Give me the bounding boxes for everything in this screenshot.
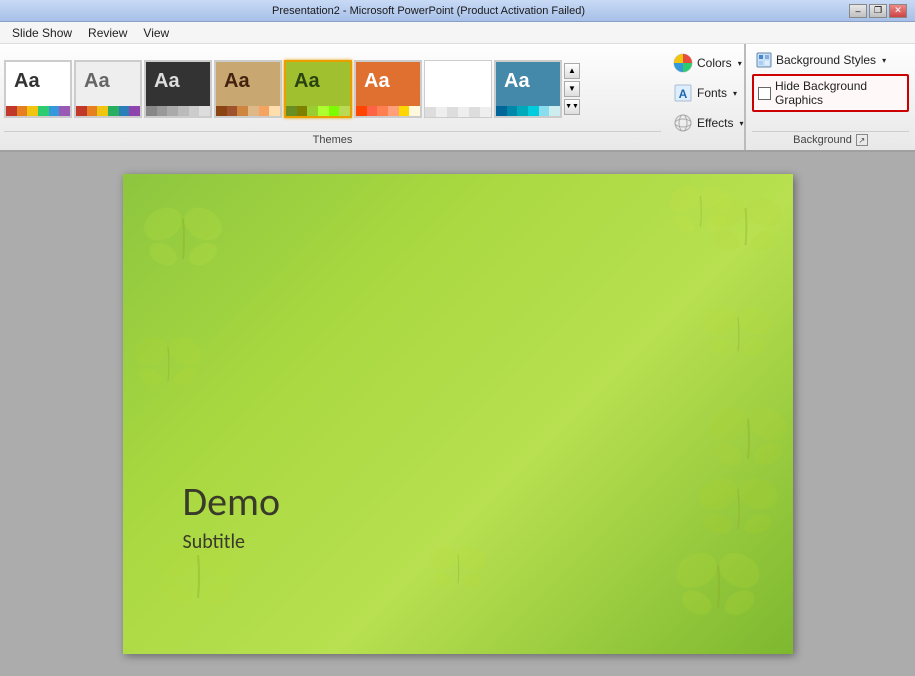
slide-text-area: Demo Subtitle <box>183 477 281 554</box>
background-styles-icon <box>756 52 772 68</box>
themes-grid: Aa Aa Aa <box>4 60 562 118</box>
background-styles-button[interactable]: Background Styles ▾ <box>752 50 909 70</box>
scroll-more-arrow[interactable]: ▼▼ <box>564 99 580 115</box>
theme-7-colorbar <box>425 107 491 117</box>
menu-bar: Slide Show Review View <box>0 22 915 44</box>
ribbon-background: Background Styles ▾ Hide Background Grap… <box>745 44 915 150</box>
fonts-dropdown-arrow: ▾ <box>733 89 737 98</box>
close-button[interactable]: ✕ <box>889 4 907 18</box>
effects-icon <box>673 112 693 134</box>
background-expand-icon[interactable]: ↗ <box>856 134 868 146</box>
bg-styles-dropdown-arrow: ▾ <box>882 56 886 65</box>
scroll-up-arrow[interactable]: ▲ <box>564 63 580 79</box>
colors-label: Colors <box>697 56 732 70</box>
restore-button[interactable]: ❐ <box>869 4 887 18</box>
themes-scroll: ▲ ▼ ▼▼ <box>564 63 580 115</box>
theme-2-label: Aa <box>84 70 110 93</box>
menu-view[interactable]: View <box>135 24 177 42</box>
fonts-button[interactable]: A Fonts ▾ <box>669 78 740 108</box>
butterfly-top-right-2 <box>708 194 783 259</box>
colors-button[interactable]: Colors ▾ <box>669 48 740 78</box>
theme-item-6[interactable]: Aa <box>354 60 422 118</box>
theme-5-colorbar <box>286 106 350 116</box>
fonts-icon: A <box>673 82 693 104</box>
hide-bg-checkbox[interactable] <box>758 87 771 100</box>
theme-item-8[interactable]: Aa <box>494 60 562 118</box>
ribbon-right-panel: Colors ▾ A Fonts ▾ Effects ▾ <box>665 44 745 150</box>
title-bar-buttons: – ❐ ✕ <box>849 4 907 18</box>
background-content: Background Styles ▾ Hide Background Grap… <box>752 48 909 129</box>
themes-label: Themes <box>4 131 661 150</box>
slide-subtitle[interactable]: Subtitle <box>183 530 281 554</box>
theme-4-label: Aa <box>224 70 250 93</box>
theme-item-5[interactable]: Aa <box>284 60 352 118</box>
theme-8-label: Aa <box>504 70 530 93</box>
theme-8-colorbar <box>496 106 560 116</box>
menu-review[interactable]: Review <box>80 24 135 42</box>
background-label: Background ↗ <box>752 131 909 150</box>
fonts-label: Fonts <box>697 86 727 100</box>
theme-item-7[interactable] <box>424 60 492 118</box>
scroll-down-arrow[interactable]: ▼ <box>564 81 580 97</box>
slide-area: Demo Subtitle <box>0 152 915 676</box>
minimize-button[interactable]: – <box>849 4 867 18</box>
effects-label: Effects <box>697 116 733 130</box>
theme-5-label: Aa <box>294 70 320 93</box>
colors-dropdown-arrow: ▾ <box>738 59 742 68</box>
ribbon-themes: Aa Aa Aa <box>0 44 665 150</box>
butterfly-right-mid-1 <box>703 304 773 364</box>
butterfly-right-mid-2 <box>708 404 788 474</box>
theme-item-3[interactable]: Aa <box>144 60 212 118</box>
effects-button[interactable]: Effects ▾ <box>669 108 740 138</box>
colors-icon <box>673 52 693 74</box>
svg-text:A: A <box>679 87 688 101</box>
theme-3-label: Aa <box>154 70 180 93</box>
theme-item-4[interactable]: Aa <box>214 60 282 118</box>
theme-3-colorbar <box>146 106 210 116</box>
ribbon: Colors ▾ A Fonts ▾ Effects ▾ <box>0 44 915 152</box>
effects-dropdown-arrow: ▾ <box>739 119 743 128</box>
theme-6-label: Aa <box>364 70 390 93</box>
hide-background-graphics-button[interactable]: Hide Background Graphics <box>752 74 909 112</box>
background-styles-label: Background Styles <box>776 53 876 67</box>
theme-1-colorbar <box>6 106 70 116</box>
butterfly-bottom-right-1 <box>698 474 778 544</box>
butterfly-center-bottom <box>428 544 488 594</box>
menu-slideshow[interactable]: Slide Show <box>4 24 80 42</box>
theme-1-label: Aa <box>14 70 40 93</box>
slide-title[interactable]: Demo <box>183 477 281 526</box>
butterfly-top-left <box>143 204 223 274</box>
themes-content: Aa Aa Aa <box>4 48 661 129</box>
hide-background-graphics-label: Hide Background Graphics <box>775 79 903 107</box>
theme-6-colorbar <box>356 106 420 116</box>
title-bar-text: Presentation2 - Microsoft PowerPoint (Pr… <box>8 5 849 17</box>
theme-item-1[interactable]: Aa <box>4 60 72 118</box>
theme-2-colorbar <box>76 106 140 116</box>
theme-item-2[interactable]: Aa <box>74 60 142 118</box>
butterfly-bottom-right-2 <box>673 549 763 624</box>
slide[interactable]: Demo Subtitle <box>123 174 793 654</box>
theme-4-colorbar <box>216 106 280 116</box>
title-bar: Presentation2 - Microsoft PowerPoint (Pr… <box>0 0 915 22</box>
butterfly-mid-left <box>133 334 203 394</box>
